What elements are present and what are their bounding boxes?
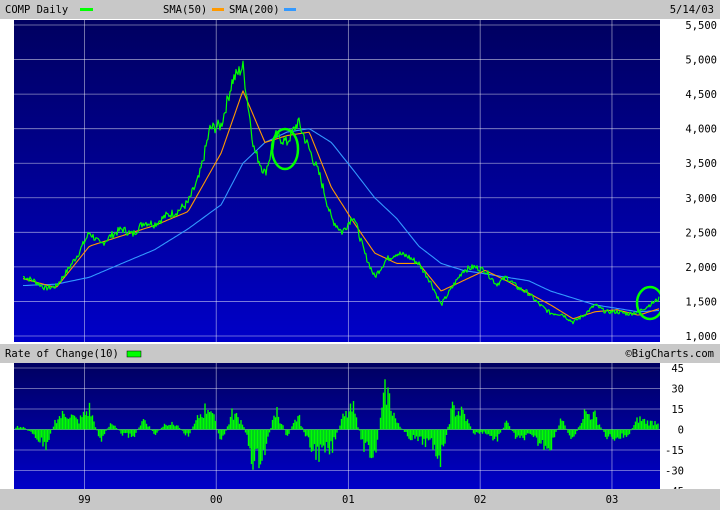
roc-y-tick-label: -15 <box>665 445 684 457</box>
roc-y-tick-label: 30 <box>671 384 684 396</box>
sma200-label: SMA(200) <box>229 4 280 16</box>
main-y-tick-label: 3,000 <box>685 193 717 205</box>
main-plot-area <box>14 20 660 342</box>
main-y-tick-label: 1,000 <box>685 331 717 343</box>
roc-y-tick-label: 45 <box>671 363 684 375</box>
roc-legend-swatch <box>126 350 142 358</box>
main-y-tick-label: 5,500 <box>685 20 717 32</box>
x-tick-label: 01 <box>342 494 355 506</box>
roc-label: Rate of Change(10) <box>5 348 119 360</box>
credit-label: ©BigCharts.com <box>625 348 714 360</box>
main-y-tick-label: 2,000 <box>685 262 717 274</box>
main-y-tick-label: 1,500 <box>685 296 717 308</box>
main-y-tick-label: 3,500 <box>685 158 717 170</box>
symbol-label: COMP Daily <box>5 4 68 16</box>
stock-chart: COMP Daily SMA(50) SMA(200) 5/14/03 5,50… <box>0 0 720 510</box>
main-y-tick-label: 4,500 <box>685 89 717 101</box>
roc-y-tick-label: 0 <box>678 425 684 437</box>
main-y-tick-label: 4,000 <box>685 124 717 136</box>
roc-y-tick-label: 15 <box>671 404 684 416</box>
roc-y-tick-label: -30 <box>665 466 684 478</box>
sma50-label: SMA(50) <box>163 4 207 16</box>
date-label: 5/14/03 <box>670 4 714 16</box>
header-bar <box>0 0 720 19</box>
x-tick-label: 02 <box>474 494 487 506</box>
x-tick-label: 03 <box>606 494 619 506</box>
main-y-tick-label: 2,500 <box>685 227 717 239</box>
x-tick-label: 99 <box>78 494 91 506</box>
x-tick-label: 00 <box>210 494 223 506</box>
main-y-tick-label: 5,000 <box>685 55 717 67</box>
